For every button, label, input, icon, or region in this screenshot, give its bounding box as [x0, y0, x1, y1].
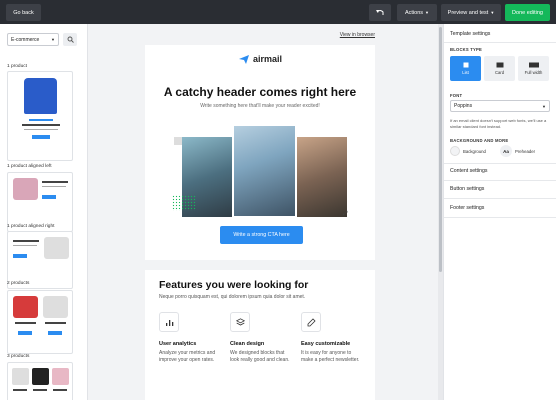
product-image — [12, 368, 29, 385]
edit-icon — [307, 317, 316, 326]
block-thumb-1-product[interactable] — [7, 71, 73, 161]
section-divider — [145, 260, 375, 270]
feature-icon-box — [230, 312, 250, 332]
view-in-browser-link[interactable]: View in browser — [340, 32, 375, 38]
product-image — [13, 296, 38, 318]
product-image — [24, 78, 57, 114]
feature-desc[interactable]: It is easy for anyone to make a perfect … — [301, 350, 363, 364]
undo-icon — [376, 10, 384, 15]
feature-icon-box — [159, 312, 179, 332]
actions-button[interactable]: Actions ▼ — [397, 4, 437, 21]
preview-label: Preview and test — [447, 9, 489, 16]
layout-label: List — [462, 70, 469, 75]
email-subheadline[interactable]: Write something here that'll make your r… — [145, 103, 375, 109]
actions-label: Actions — [404, 9, 424, 16]
category-value: E-commerce — [11, 36, 40, 43]
layers-icon — [235, 317, 245, 325]
font-label: FONT — [450, 93, 463, 98]
font-note: If an email client doesn't support web f… — [450, 118, 547, 129]
caret-down-icon: ▼ — [425, 10, 429, 15]
email-headline[interactable]: A catchy header comes right here — [145, 85, 375, 99]
cta-button[interactable]: Write a strong CTA here — [220, 226, 303, 244]
layout-option-list[interactable]: List — [450, 56, 481, 81]
preview-button[interactable]: Preview and test ▼ — [441, 4, 501, 21]
category-select[interactable]: E-commerce ▼ — [7, 33, 59, 46]
layout-option-full-width[interactable]: Full width — [518, 56, 549, 81]
layout-label: Card — [494, 70, 505, 75]
background-swatch[interactable] — [450, 146, 460, 156]
hero-photo-right — [297, 137, 347, 217]
paper-plane-icon — [239, 54, 249, 64]
layout-option-card[interactable]: Card — [484, 56, 515, 81]
group-label: 1 product — [7, 64, 28, 69]
go-back-label: Go back — [13, 9, 34, 16]
dots-decoration — [172, 195, 196, 211]
settings-panel: Template settings BLOCKS TYPE List Card … — [443, 24, 556, 400]
group-label: 2 products — [7, 281, 30, 286]
feature-title[interactable]: Easy customizable — [301, 341, 350, 347]
preheader-item-label: Preheader — [515, 149, 536, 154]
product-image — [43, 296, 68, 318]
hero-photo-center — [234, 126, 295, 216]
caret-down-icon: ▼ — [542, 103, 546, 109]
product-image — [52, 368, 69, 385]
scrollbar-thumb[interactable] — [439, 27, 442, 272]
template-settings-header[interactable]: Template settings — [450, 31, 490, 37]
square-icon — [463, 62, 468, 68]
group-label: 3 products — [7, 354, 30, 359]
background-item-label: Background — [463, 149, 486, 154]
feature-icon-box — [301, 312, 321, 332]
email-canvas: View in browser airmail A catchy header … — [88, 24, 438, 400]
feature-desc[interactable]: We designed blocks that look really good… — [230, 350, 292, 364]
button-settings-header[interactable]: Button settings — [450, 186, 484, 192]
card-icon — [496, 62, 503, 68]
product-image — [44, 237, 69, 259]
feature-title[interactable]: Clean design — [230, 341, 264, 347]
full-width-icon — [528, 62, 539, 68]
logo-text: airmail — [253, 54, 283, 64]
font-select[interactable]: Poppins ▼ — [450, 100, 550, 112]
search-icon — [67, 36, 74, 43]
layout-label: Full width — [524, 70, 543, 75]
product-image — [32, 368, 49, 385]
font-value: Poppins — [454, 103, 473, 109]
block-thumb-3-products[interactable] — [7, 362, 73, 400]
group-label: 1 product aligned left — [7, 164, 52, 169]
block-thumb-2-products[interactable] — [7, 290, 73, 354]
bar-chart-icon — [165, 319, 173, 326]
top-bar: Go back Actions ▼ Preview and test ▼ Done … — [0, 0, 556, 24]
email-preview: View in browser airmail A catchy header … — [145, 32, 375, 400]
product-image — [13, 178, 38, 200]
search-button[interactable] — [63, 33, 77, 46]
content-settings-header[interactable]: Content settings — [450, 168, 488, 174]
email-logo: airmail — [239, 54, 282, 64]
feature-title[interactable]: User analytics — [159, 341, 196, 347]
go-back-button[interactable]: Go back — [6, 4, 41, 21]
features-title[interactable]: Features you were looking for — [159, 279, 308, 291]
block-thumb-left[interactable] — [7, 172, 73, 232]
background-label: BACKGROUND AND MORE — [450, 138, 509, 143]
preheader-swatch[interactable]: Aa — [500, 145, 512, 157]
done-label: Done editing — [512, 9, 543, 16]
resize-handle-icon[interactable]: ⤢ — [343, 211, 348, 218]
features-subtitle[interactable]: Neque porro quisquam est, qui dolorem ip… — [159, 294, 305, 300]
chevron-down-icon: ▼ — [51, 37, 55, 42]
done-editing-button[interactable]: Done editing — [505, 4, 550, 21]
group-label: 1 product aligned right — [7, 224, 55, 229]
undo-button[interactable] — [369, 4, 391, 21]
blocks-type-label: BLOCKS TYPE — [450, 47, 482, 52]
blocks-sidebar: E-commerce ▼ 1 product 1 product aligned … — [0, 24, 88, 400]
feature-desc[interactable]: Analyze your metrics and improve your op… — [159, 350, 221, 364]
caret-down-icon: ▼ — [490, 10, 495, 15]
footer-settings-header[interactable]: Footer settings — [450, 205, 484, 211]
